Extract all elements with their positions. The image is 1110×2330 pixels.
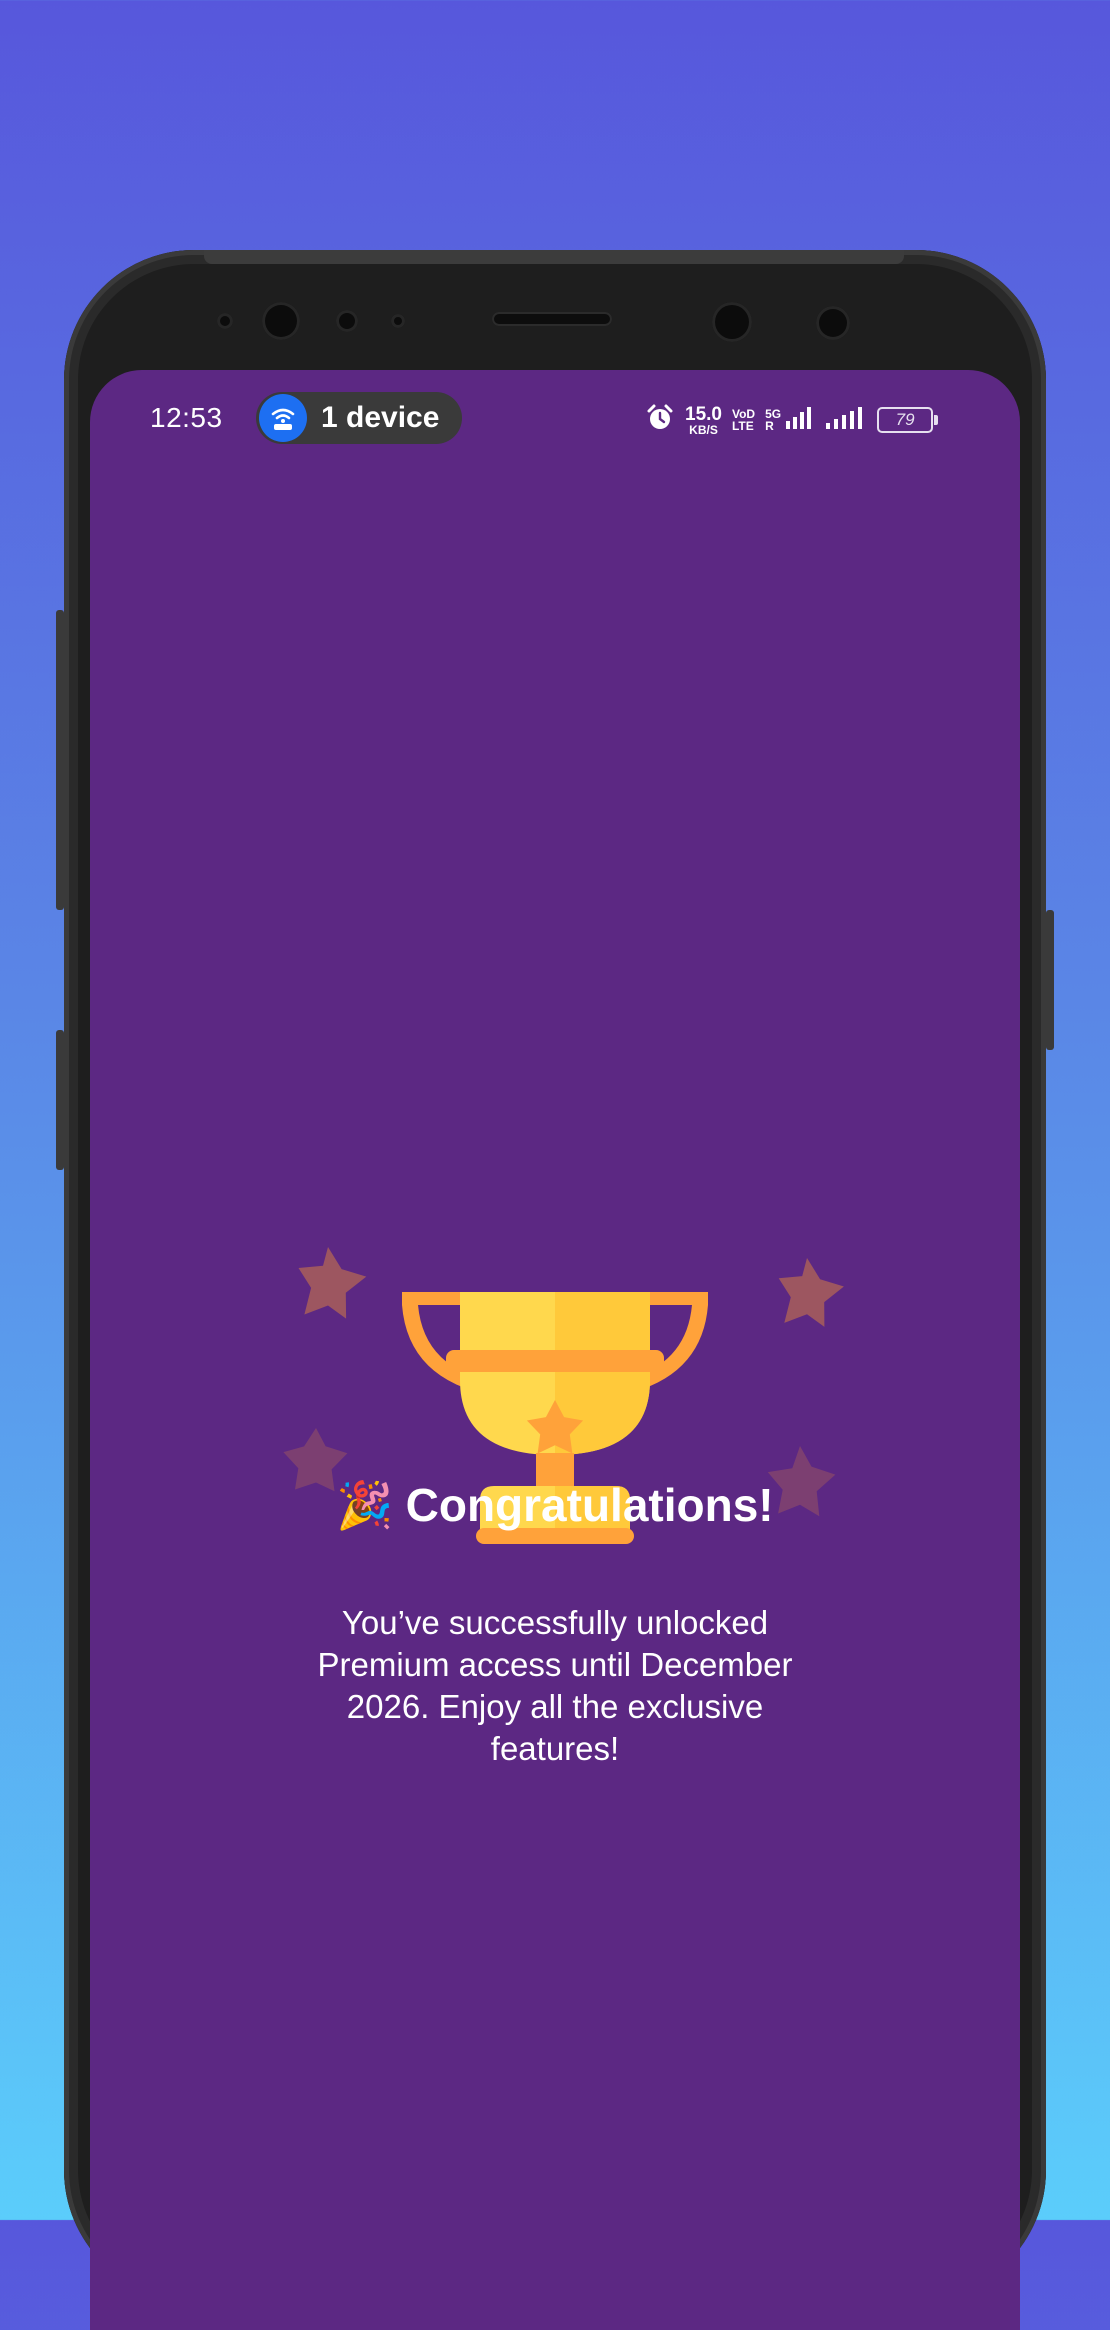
success-title: Congratulations! [405,1479,774,1531]
party-popper-icon: 🎉 [336,1479,394,1531]
sensor-dot [816,306,850,340]
phone-frame: 12:53 1 device 15.0 KB/S VoD LTE 5G R 79… [56,250,1054,2330]
sensor-dot [391,314,405,328]
sensor-dot [217,313,233,329]
star-icon [298,1247,367,1319]
success-message: You’ve successfully unlocked Premium acc… [317,1604,793,1767]
volume-down-button [56,1030,64,1170]
trophy-illustration [283,1247,844,1544]
front-camera-secondary [712,302,752,342]
earpiece-speaker [492,312,612,326]
star-icon [778,1258,844,1327]
power-button [1046,910,1054,1050]
app-screen: 12:53 1 device 15.0 KB/S VoD LTE 5G R 79… [90,370,1020,2330]
front-camera [262,302,300,340]
volume-up-button [56,610,64,910]
success-heading: 🎉 Congratulations! [90,1478,1020,1533]
sensor-dot [336,310,358,332]
phone-top-rim [204,250,904,264]
